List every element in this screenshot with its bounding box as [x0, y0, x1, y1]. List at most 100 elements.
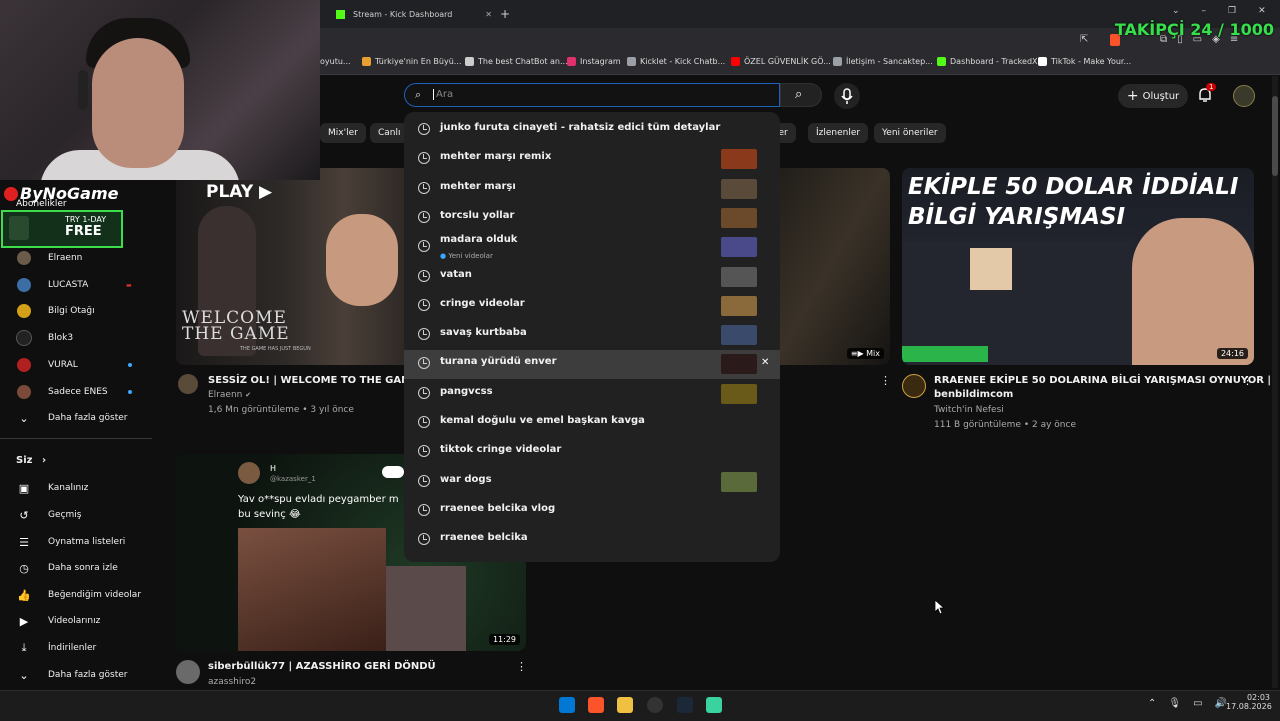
sidebar-item-your-channel[interactable]: ▣ Kanalınız	[0, 476, 150, 500]
suggestion-item[interactable]: rraenee belcika	[404, 526, 780, 555]
suggestion-item[interactable]: tiktok cringe videolar	[404, 438, 780, 467]
channel-name[interactable]: Elraenn	[208, 390, 242, 400]
sidebar-item-playlists[interactable]: ☰ Oynatma listeleri	[0, 530, 150, 554]
maximize-icon[interactable]: ❐	[1228, 6, 1236, 16]
video-thumbnail-quiz[interactable]: EKİPLE 50 DOLAR İDDİALI BİLGİ YARIŞMASI …	[902, 168, 1254, 365]
subscriptions-show-more[interactable]: ⌄ Daha fazla göster	[0, 406, 150, 430]
sidebar-item-your-videos[interactable]: ▶ Videolarınız	[0, 609, 150, 633]
create-button[interactable]: + Oluştur	[1118, 84, 1188, 108]
steam-icon[interactable]	[677, 697, 693, 713]
sidebar-item-elraenn[interactable]: Elraenn	[0, 246, 150, 270]
clock[interactable]: 02:03 17.08.2026	[1226, 693, 1272, 711]
sidebar-item-sadece-enes[interactable]: Sadece ENES	[0, 380, 150, 404]
suggestion-item[interactable]: madara olduk ● Yeni videolar	[404, 233, 780, 262]
bookmark-6[interactable]: İletişim - Sancaktep...	[833, 57, 933, 66]
remove-suggestion-icon[interactable]: ✕	[761, 357, 769, 368]
suggestion-item[interactable]: mehter marşı remix	[404, 145, 780, 174]
minimize-icon[interactable]: –	[1202, 6, 1207, 16]
history-icon: ↺	[19, 508, 29, 522]
obs-icon[interactable]	[647, 697, 663, 713]
new-content-dot	[128, 390, 132, 394]
bookmark-2[interactable]: The best ChatBot an...	[465, 57, 568, 66]
brave-icon[interactable]	[588, 697, 604, 713]
webcam-face	[92, 38, 184, 168]
suggestion-thumbnail	[721, 149, 757, 169]
channel-avatar[interactable]	[902, 374, 926, 398]
suggestion-item[interactable]: turana yürüdü enver ✕	[404, 350, 780, 379]
tab-kick-dashboard[interactable]: Stream - Kick Dashboard ✕	[336, 4, 496, 24]
file-explorer-icon[interactable]	[617, 697, 633, 713]
close-icon[interactable]: ✕	[1258, 6, 1266, 16]
sidebar-item-blok3[interactable]: Blok3	[0, 326, 150, 350]
bookmark-3[interactable]: Instagram	[567, 57, 621, 66]
you-show-more[interactable]: ⌄ Daha fazla göster	[0, 663, 150, 687]
brand-text: ByNoGame	[20, 184, 119, 203]
channel-avatar[interactable]	[178, 374, 198, 394]
sidebar-item-downloads[interactable]: ⤓ İndirilenler	[0, 636, 150, 660]
bookmark-4[interactable]: Kicklet - Kick Chatb...	[627, 57, 725, 66]
open-external-icon[interactable]: ⇱	[1080, 34, 1088, 45]
sidebar-item-bilgi-otagi[interactable]: Bilgi Otağı	[0, 299, 150, 323]
you-section-heading[interactable]: Siz ›	[16, 455, 46, 466]
more-options-icon[interactable]: ⋮	[880, 374, 891, 387]
suggestion-item[interactable]: junko furuta cinayeti - rahatsiz edici t…	[404, 116, 780, 145]
bookmark-label: oyutu...	[320, 57, 351, 66]
channel-name[interactable]: Twitch'in Nefesi	[934, 405, 1004, 415]
chip-new-recommendations[interactable]: Yeni öneriler	[874, 123, 946, 143]
sidebar-divider	[0, 438, 152, 439]
playlist-icon: ☰	[19, 535, 29, 549]
video-title[interactable]: SESSİZ OL! | WELCOME TO THE GAME 2	[208, 374, 428, 388]
windows-start-icon[interactable]	[559, 697, 575, 713]
scrollbar-thumb[interactable]	[1272, 96, 1278, 176]
search-input[interactable]: ⌕ Ara	[404, 83, 780, 107]
avatar[interactable]	[1233, 85, 1255, 107]
voice-search-button[interactable]	[834, 83, 860, 109]
bookmark-5[interactable]: ÖZEL GÜVENLİK GÖ...	[731, 57, 831, 66]
suggestion-text: vatan	[440, 269, 472, 280]
video-thumbnail-mix[interactable]: ≡▶ Mix	[770, 168, 890, 365]
suggestion-item[interactable]: kemal doğulu ve emel başkan kavga	[404, 409, 780, 438]
history-icon	[418, 182, 430, 194]
sidebar-item-vural[interactable]: VURAL	[0, 353, 150, 377]
chevron-up-icon[interactable]: ⌃	[1148, 698, 1156, 709]
microphone-icon[interactable]: 🎙	[1168, 698, 1181, 709]
network-icon[interactable]: ▭	[1193, 698, 1202, 709]
video-thumbnail-welcome-game[interactable]: PLAY ▶ WELCOME THE GAME THE GAME HAS JUS…	[176, 168, 416, 365]
chip-mixes[interactable]: Mix'ler	[320, 123, 366, 143]
sidebar-item-liked-videos[interactable]: 👍 Beğendiğim videolar	[0, 583, 150, 607]
suggestion-item[interactable]: savaş kurtbaba	[404, 321, 780, 350]
sidebar-item-lucasta[interactable]: LUCASTA ▬	[0, 273, 150, 297]
suggestion-item[interactable]: rraenee belcika vlog	[404, 497, 780, 526]
suggestion-item[interactable]: torcslu yollar	[404, 204, 780, 233]
video-title[interactable]: RRAENEE EKİPLE 50 DOLARINA BİLGİ YARIŞMA…	[934, 374, 1271, 402]
suggestion-item[interactable]: vatan	[404, 263, 780, 292]
suggestion-item[interactable]: war dogs	[404, 468, 780, 497]
thumb-headline: BİLGİ YARIŞMASI	[908, 204, 1126, 230]
more-options-icon[interactable]: ⋮	[1242, 374, 1253, 387]
channel-avatar	[16, 250, 32, 266]
bookmark-8[interactable]: TikTok - Make Your...	[1038, 57, 1131, 66]
channel-avatar[interactable]	[176, 660, 200, 684]
suggestion-item[interactable]: pangvcss	[404, 380, 780, 409]
sidebar-item-history[interactable]: ↺ Geçmiş	[0, 503, 150, 527]
page-scrollbar[interactable]	[1272, 76, 1278, 688]
bookmark-7[interactable]: Dashboard - TrackedX	[937, 57, 1038, 66]
video-meta: 111 B görüntüleme • 2 ay önce	[934, 420, 1076, 430]
suggestion-item[interactable]: mehter marşı	[404, 175, 780, 204]
search-button[interactable]: ⌕	[780, 83, 822, 107]
tab-close-icon[interactable]: ✕	[485, 10, 492, 19]
video-title[interactable]: siberbüllük77 | AZASSHİRO GERİ DÖNDÜ	[208, 660, 436, 674]
new-tab-button[interactable]: +	[500, 4, 510, 24]
chip-watched[interactable]: İzlenenler	[808, 123, 869, 143]
channel-name[interactable]: azasshiro2	[208, 677, 256, 687]
suggestion-item[interactable]: cringe videolar	[404, 292, 780, 321]
chip-live[interactable]: Canlı	[370, 123, 409, 143]
chevron-down-icon[interactable]: ⌄	[1172, 6, 1180, 16]
sidebar-item-watch-later[interactable]: ◷ Daha sonra izle	[0, 556, 150, 580]
notifications-button[interactable]: 1	[1197, 83, 1217, 106]
app-icon[interactable]	[706, 697, 722, 713]
suggestion-text: torcslu yollar	[440, 210, 515, 221]
more-options-icon[interactable]: ⋮	[516, 660, 527, 673]
bookmark-0[interactable]: oyutu...	[320, 57, 351, 66]
bookmark-1[interactable]: Türkiye'nin En Büyü...	[362, 57, 461, 66]
